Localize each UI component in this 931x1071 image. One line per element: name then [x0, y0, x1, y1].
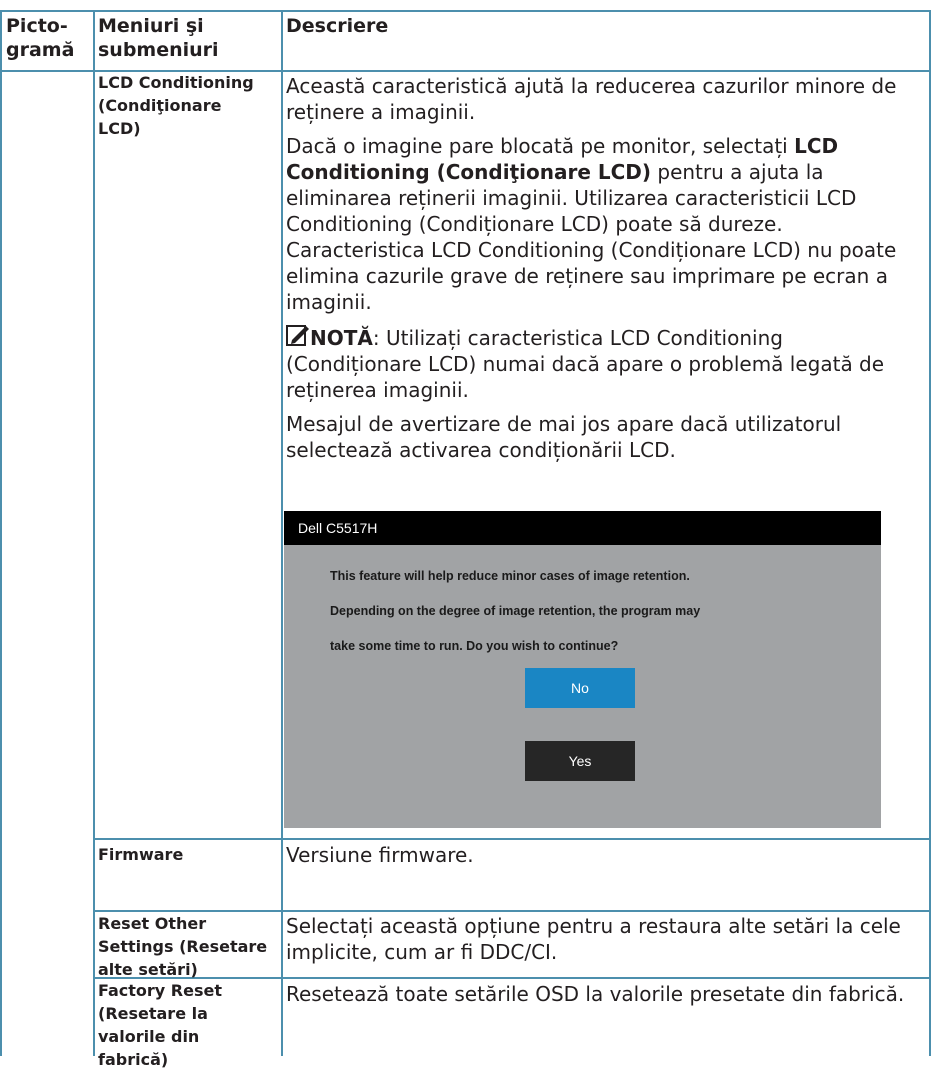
dialog-message-line: take some time to run. Do you wish to co…	[330, 639, 619, 653]
usage-text-3: Caracteristica LCD Conditioning (Condiți…	[286, 238, 897, 314]
osd-menu-table: Picto- gramă Meniuri şi submeniuri Descr…	[0, 0, 931, 1069]
submenu-line: Settings (Resetare	[98, 937, 268, 956]
header-pictogram: Picto- gramă	[6, 14, 74, 62]
submenu-line: Factory Reset	[98, 981, 222, 1000]
submenu-line: fabrică)	[98, 1050, 169, 1069]
note-text: : Utilizați caracteristica LCD Condition…	[286, 326, 885, 402]
paragraph-warning: Mesajul de avertizare de mai jos apare d…	[286, 412, 842, 462]
note-paragraph: NOTĂ: Utilizați caracteristica LCD Condi…	[286, 323, 918, 403]
submenu-factory-reset: Factory Reset (Resetare la valorile din …	[98, 979, 280, 1071]
column-divider-icon	[0, 10, 2, 1056]
submenu-line: LCD)	[98, 119, 141, 138]
header-description: Descriere	[286, 15, 389, 37]
firmware-description: Versiune firmware.	[286, 843, 474, 867]
lcd-conditioning-dialog: Dell C5517H This feature will help reduc…	[284, 511, 881, 828]
usage-text-1: Dacă o imagine pare blocată pe monitor, …	[286, 134, 795, 158]
submenu-line: alte setări)	[98, 960, 198, 979]
submenu-line: (Condiţionare	[98, 96, 222, 115]
table-border-top	[0, 10, 931, 12]
column-divider-menu	[93, 10, 95, 1056]
header-pictogram-line2: gramă	[6, 39, 75, 61]
dialog-yes-button[interactable]: Yes	[525, 741, 635, 781]
column-divider-desc	[281, 10, 283, 1056]
header-menus: Meniuri şi submeniuri	[98, 14, 219, 62]
dialog-message-line: This feature will help reduce minor case…	[330, 569, 690, 583]
note-label: NOTĂ	[310, 326, 373, 350]
submenu-line: (Resetare la	[98, 1004, 208, 1023]
header-menus-line2: submeniuri	[98, 39, 219, 61]
dialog-message-line: Depending on the degree of image retenti…	[330, 604, 701, 618]
lcd-conditioning-description: Această caracteristică ajută la reducere…	[286, 73, 918, 463]
submenu-line: valorile din	[98, 1027, 200, 1046]
submenu-reset-other-settings: Reset Other Settings (Resetare alte setă…	[98, 912, 280, 981]
paragraph-intro: Această caracteristică ajută la reducere…	[286, 74, 897, 124]
row-divider	[93, 838, 931, 840]
submenu-line: LCD Conditioning	[98, 73, 254, 92]
reset-other-settings-description: Selectați această opțiune pentru a resta…	[286, 914, 901, 964]
submenu-lcd-conditioning: LCD Conditioning (Condiţionare LCD)	[98, 71, 280, 140]
submenu-firmware: Firmware	[98, 845, 184, 864]
paragraph-usage: Dacă o imagine pare blocată pe monitor, …	[286, 133, 918, 315]
header-menus-line1: Meniuri şi	[98, 15, 204, 37]
pencil-note-icon	[286, 325, 309, 346]
submenu-line: Reset Other	[98, 914, 207, 933]
header-pictogram-line1: Picto-	[6, 15, 68, 37]
dialog-title: Dell C5517H	[284, 511, 881, 545]
factory-reset-description: Resetează toate setările OSD la valorile…	[286, 982, 905, 1006]
dialog-no-button[interactable]: No	[525, 668, 635, 708]
